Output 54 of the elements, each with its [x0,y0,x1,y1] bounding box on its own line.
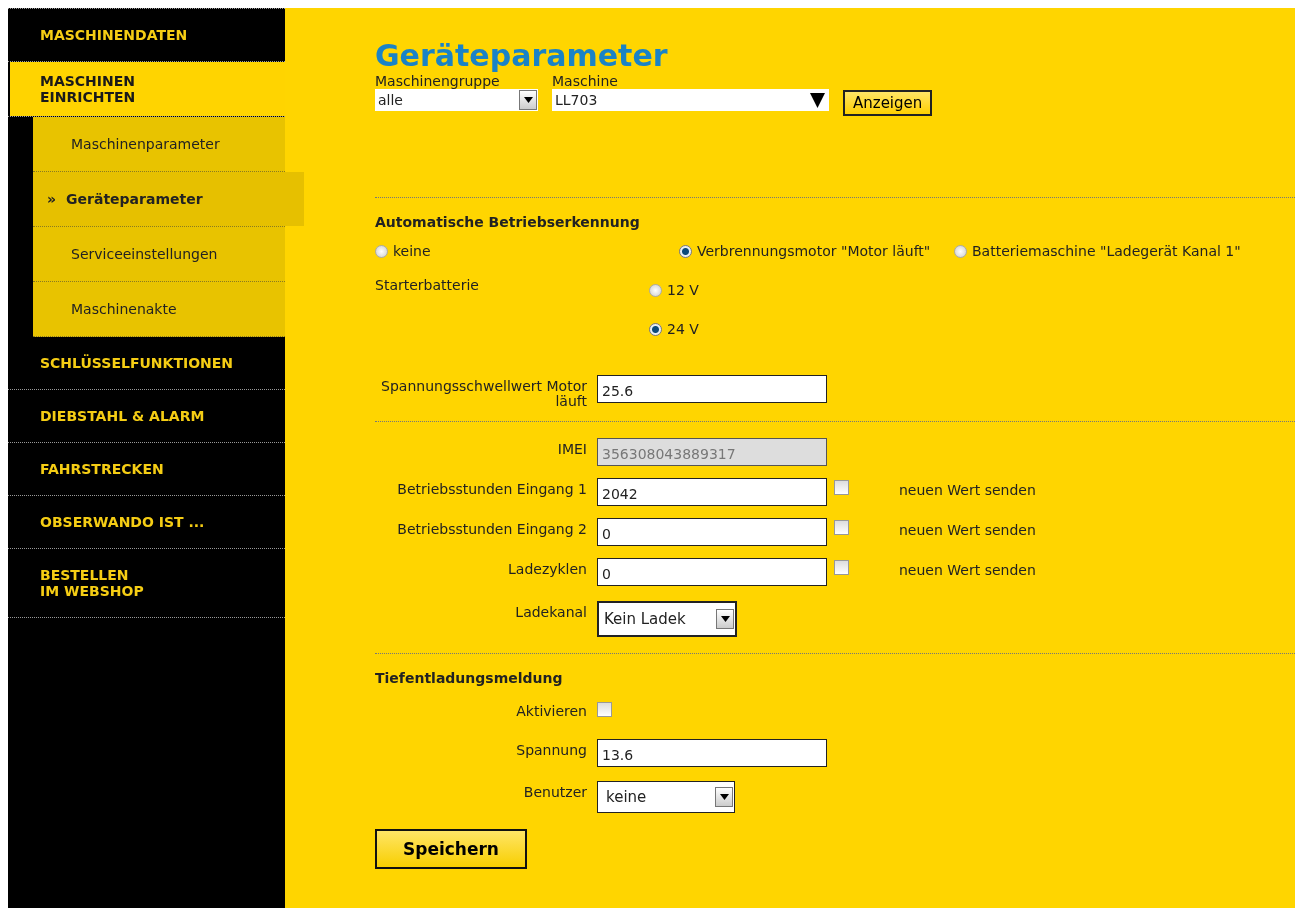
field-label: Benutzer [522,783,588,800]
radio-button[interactable] [649,323,662,336]
nav-item[interactable]: SCHLÜSSELFUNKTIONEN [8,337,285,389]
counter-input[interactable]: 0 [597,518,827,546]
nav-item[interactable]: BESTELLEN IM WEBSHOP [8,549,285,617]
field-label: Betriebsstunden Eingang 2 [396,520,588,537]
dropdown-arrow-icon [810,92,825,108]
option-label: Batteriemaschine "Ladegerät Kanal 1" [972,244,1241,259]
field-label: Maschinengruppe [375,74,501,89]
field-label: Starterbatterie [375,277,480,295]
nav-item[interactable]: MASCHINENDATEN [8,9,285,61]
checkbox[interactable] [834,560,849,575]
voltage-input[interactable]: 13.6 [597,739,827,767]
option-label: 24 V [667,322,699,337]
nav-item[interactable]: OBSERWANDO IST ... [8,496,285,548]
field-label: Aktivieren [515,702,588,719]
page-title: Geräteparameter [375,38,669,74]
radio-button[interactable] [679,245,692,258]
checkbox[interactable] [834,520,849,535]
field-label: Maschine [552,74,619,89]
radio-button[interactable] [649,284,662,297]
nav-item[interactable]: FAHRSTRECKEN [8,443,285,495]
group-select[interactable]: alle [375,89,538,111]
field-label: Betriebsstunden Eingang 1 [396,480,588,497]
section-title: Automatische Betriebserkennung [375,214,641,230]
section-title: Tiefentladungsmeldung [375,670,564,686]
user-select[interactable]: keine [597,781,735,813]
submenu-item[interactable]: Maschinenparameter [33,117,285,171]
threshold-input[interactable]: 25.6 [597,375,827,403]
radio-button[interactable] [375,245,388,258]
field-label: Spannungsschwellwert Motor läuft [380,377,588,409]
checkbox[interactable] [834,480,849,495]
radio-button[interactable] [954,245,967,258]
submenu-item[interactable]: Maschinenakte [33,282,285,336]
option-label: keine [393,244,431,259]
counter-input[interactable]: 2042 [597,478,827,506]
checkbox-label: neuen Wert senden [899,481,1036,498]
option-label: Verbrennungsmotor "Motor läuft" [697,244,931,259]
field-label: Ladezyklen [507,560,588,577]
save-button[interactable]: Speichern [375,829,527,869]
nav-item[interactable]: MASCHINEN EINRICHTEN [10,62,285,116]
submenu-item[interactable]: Serviceeinstellungen [33,227,285,281]
nav-item[interactable]: DIEBSTAHL & ALARM [8,390,285,442]
field-label: Ladekanal [514,603,588,620]
machine-select[interactable]: LL703 [552,89,829,111]
field-label: Spannung [515,741,588,758]
checkbox-label: neuen Wert senden [899,521,1036,538]
counter-input[interactable]: 0 [597,558,827,586]
channel-select[interactable]: Kein Ladek [597,601,737,637]
checkbox[interactable] [597,702,612,717]
checkbox-label: neuen Wert senden [899,561,1036,578]
show-button[interactable]: Anzeigen [843,90,933,116]
field-label: IMEI [556,440,588,457]
option-label: 12 V [667,283,699,298]
